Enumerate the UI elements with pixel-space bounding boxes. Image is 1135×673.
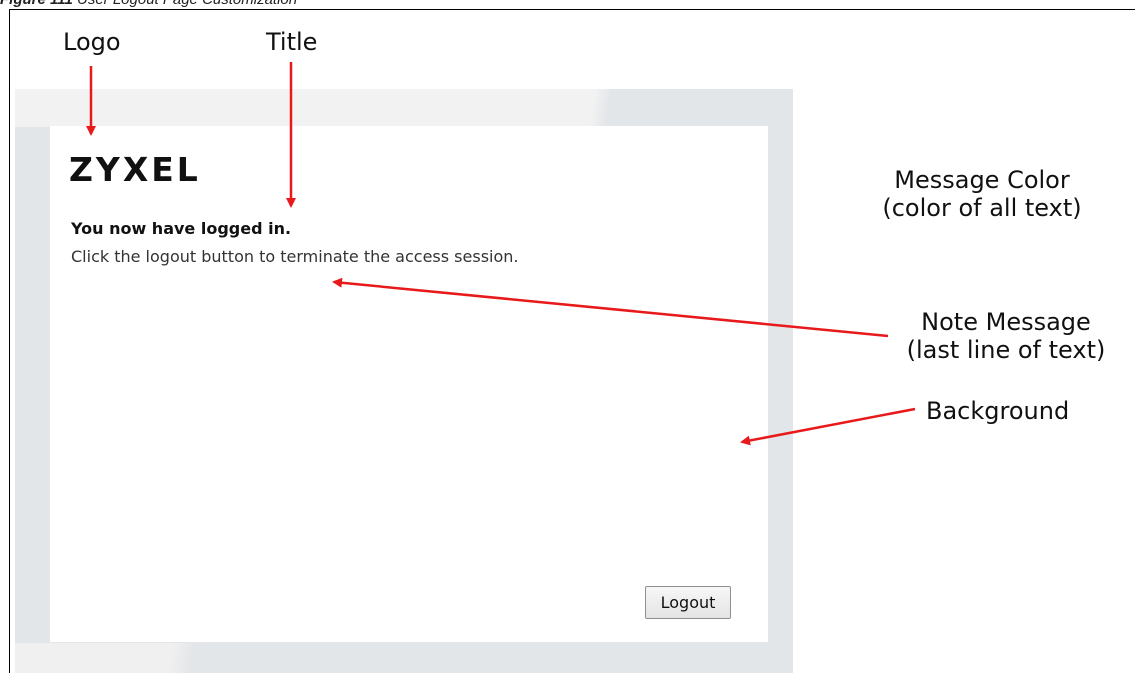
logout-page-screenshot: ZYXEL You now have logged in. Click the … (15, 89, 793, 673)
callout-message-color-line1: Message Color (894, 166, 1070, 194)
figure-title: User Logout Page Customization (77, 0, 297, 8)
background-top-band (15, 89, 793, 127)
figure-caption: Figure 111 User Logout Page Customizatio… (0, 0, 297, 8)
callout-logo: Logo (63, 28, 121, 56)
logout-card: ZYXEL You now have logged in. Click the … (50, 126, 768, 642)
callout-note-message-line2: (last line of text) (906, 336, 1106, 364)
callout-background: Background (926, 397, 1070, 425)
page-title: You now have logged in. (71, 219, 292, 238)
callout-title: Title (266, 28, 318, 56)
callout-note-message-line1: Note Message (921, 308, 1091, 336)
callout-message-color-line2: (color of all text) (882, 194, 1082, 222)
callout-note-message: Note Message (last line of text) (889, 308, 1123, 364)
callout-message-color: Message Color (color of all text) (862, 166, 1102, 222)
logout-button[interactable]: Logout (645, 586, 731, 619)
note-message: Click the logout button to terminate the… (71, 247, 519, 266)
figure-number: Figure 111 (0, 0, 73, 8)
zyxel-logo: ZYXEL (69, 150, 201, 189)
background-bottom-band (15, 643, 793, 673)
